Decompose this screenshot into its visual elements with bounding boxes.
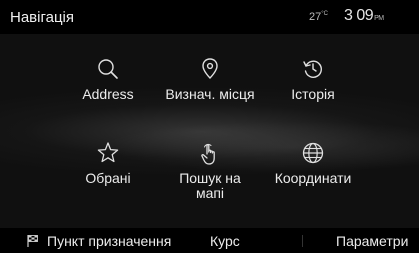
clock-time: 3 09 [344, 7, 374, 24]
clock-ampm: PM [374, 15, 384, 22]
navigation-screen: Навігація 27°C 3 09PM Address Визнач. мі… [0, 0, 419, 253]
star-icon [97, 142, 119, 163]
map-search-button[interactable]: Пошук на мапі [155, 141, 265, 201]
temperature-unit: °C [321, 11, 328, 17]
settings-button[interactable]: Параметри [336, 233, 408, 249]
clock: 3 09PM [344, 7, 384, 25]
coordinates-button[interactable]: Координати [258, 141, 368, 186]
history-label: Історія [291, 86, 335, 102]
address-label: Address [82, 86, 134, 102]
favorite-places-button[interactable]: Визнач. місця [155, 57, 265, 102]
coordinates-label: Координати [274, 170, 352, 186]
history-button[interactable]: Історія [258, 57, 368, 102]
location-pin-icon [202, 58, 218, 79]
temperature-readout: 27°C [309, 11, 328, 23]
favorites-button[interactable]: Обрані [53, 141, 163, 186]
status-bar: Навігація 27°C 3 09PM [0, 0, 419, 34]
favorite-places-label: Визнач. місця [165, 86, 255, 102]
divider [302, 235, 303, 247]
checkered-flag-icon [27, 235, 38, 247]
touch-hand-icon [201, 143, 215, 165]
route-button[interactable]: Курс [210, 233, 240, 249]
favorites-label: Обрані [85, 170, 131, 186]
bottom-bar: Пункт призначення Курс Параметри [0, 228, 419, 253]
globe-icon [302, 142, 324, 164]
address-button[interactable]: Address [53, 57, 163, 102]
search-icon [98, 59, 118, 79]
temperature-value: 27 [309, 11, 322, 23]
history-icon [303, 60, 322, 78]
destination-button[interactable]: Пункт призначення [47, 233, 171, 249]
screen-title: Навігація [10, 9, 75, 26]
map-search-label: Пошук на мапі [179, 170, 241, 201]
